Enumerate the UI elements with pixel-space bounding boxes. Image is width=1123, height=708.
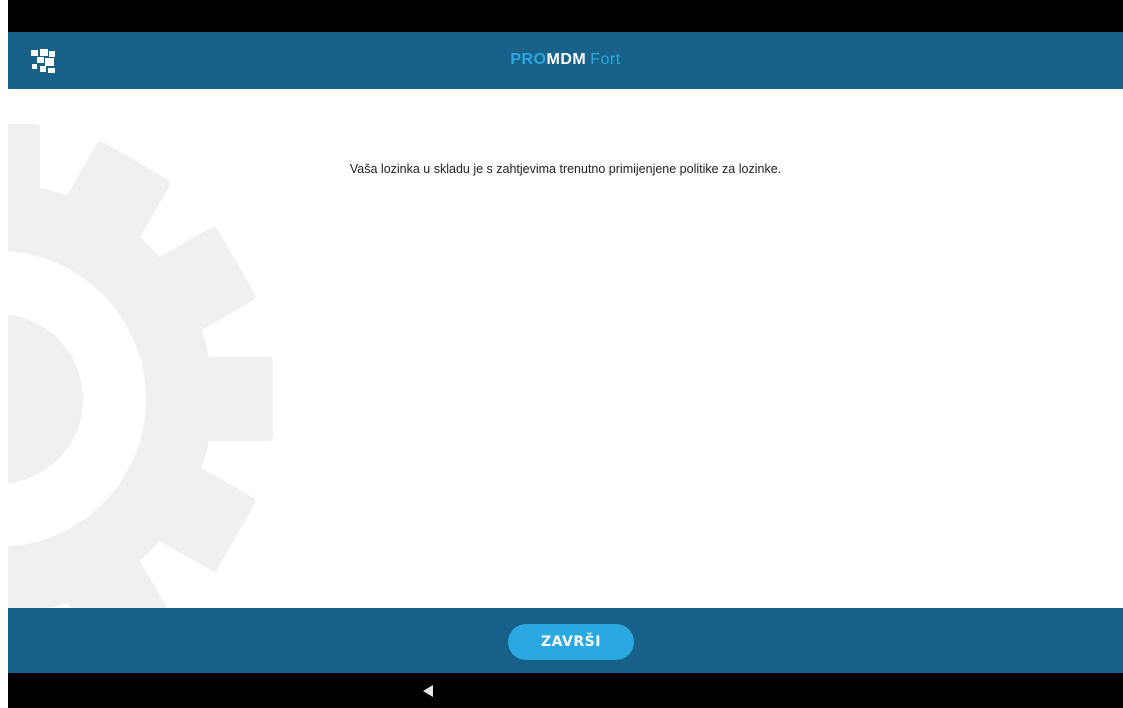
- finish-button[interactable]: ZAVRŠI: [508, 624, 634, 660]
- app-header: PROMDM Fort: [8, 32, 1123, 89]
- brand-logo: PROMDM Fort: [8, 51, 1123, 69]
- brand-pro: PRO: [510, 51, 547, 68]
- footer-bar: ZAVRŠI: [8, 608, 1123, 673]
- gear-icon: [8, 124, 273, 608]
- main-content: Vaša lozinka u skladu je s zahtjevima tr…: [8, 89, 1123, 608]
- password-compliance-message: Vaša lozinka u skladu je s zahtjevima tr…: [349, 162, 782, 176]
- navigation-bar: [8, 673, 1123, 708]
- status-bar: [8, 0, 1123, 32]
- left-edge: [0, 0, 8, 708]
- brand-fort: Fort: [590, 51, 621, 68]
- brand-mdm: MDM: [546, 51, 587, 68]
- back-triangle-icon[interactable]: [420, 683, 436, 699]
